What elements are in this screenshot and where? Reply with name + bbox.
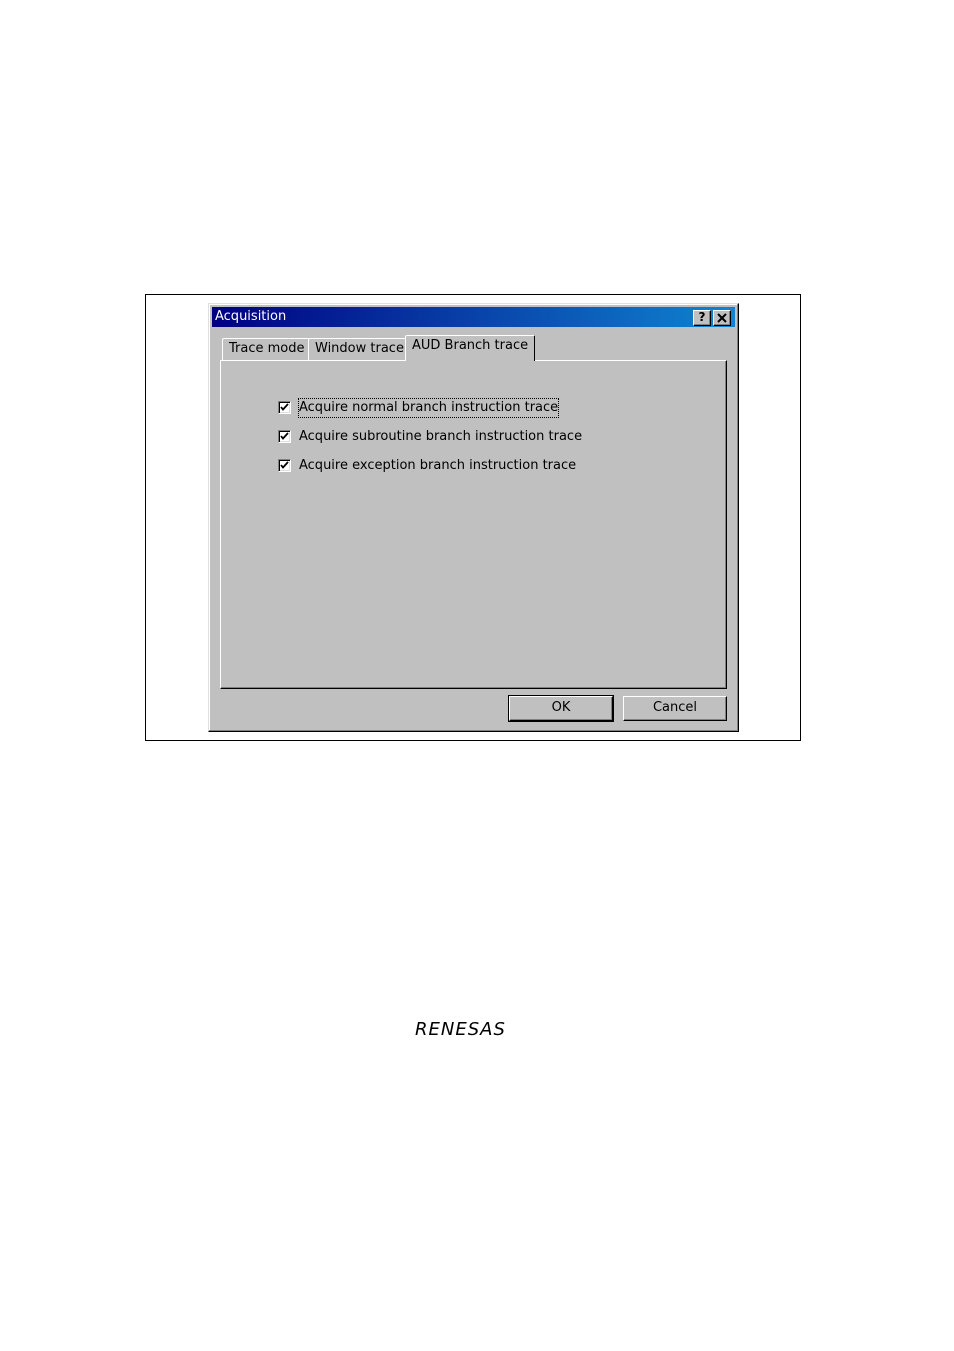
checkmark-icon: [280, 432, 289, 440]
help-button[interactable]: ?: [693, 310, 711, 326]
checkbox[interactable]: [278, 401, 291, 414]
tab-panel: Acquire normal branch instruction trace …: [220, 360, 727, 689]
ok-button[interactable]: OK: [508, 695, 614, 722]
checkbox[interactable]: [278, 459, 291, 472]
checkbox[interactable]: [278, 430, 291, 443]
option-label: Acquire exception branch instruction tra…: [299, 458, 577, 473]
close-button[interactable]: [713, 310, 731, 326]
acquisition-dialog: Acquisition ? Trace mode Window trace AU…: [208, 303, 739, 732]
tab-aud-branch-trace[interactable]: AUD Branch trace: [405, 335, 536, 361]
cancel-button[interactable]: Cancel: [623, 696, 727, 721]
checkmark-icon: [280, 403, 289, 411]
option-label: Acquire subroutine branch instruction tr…: [299, 429, 583, 444]
tab-window-trace[interactable]: Window trace: [308, 338, 411, 360]
close-icon: [717, 313, 727, 323]
renesas-logo: RENESAS: [413, 1017, 535, 1041]
option-label: Acquire normal branch instruction trace: [297, 398, 560, 418]
checkmark-icon: [280, 461, 289, 469]
title-bar[interactable]: Acquisition ?: [212, 307, 735, 327]
svg-text:RENESAS: RENESAS: [415, 1019, 506, 1040]
dialog-title: Acquisition: [215, 309, 287, 324]
tab-trace-mode[interactable]: Trace mode: [222, 338, 312, 360]
